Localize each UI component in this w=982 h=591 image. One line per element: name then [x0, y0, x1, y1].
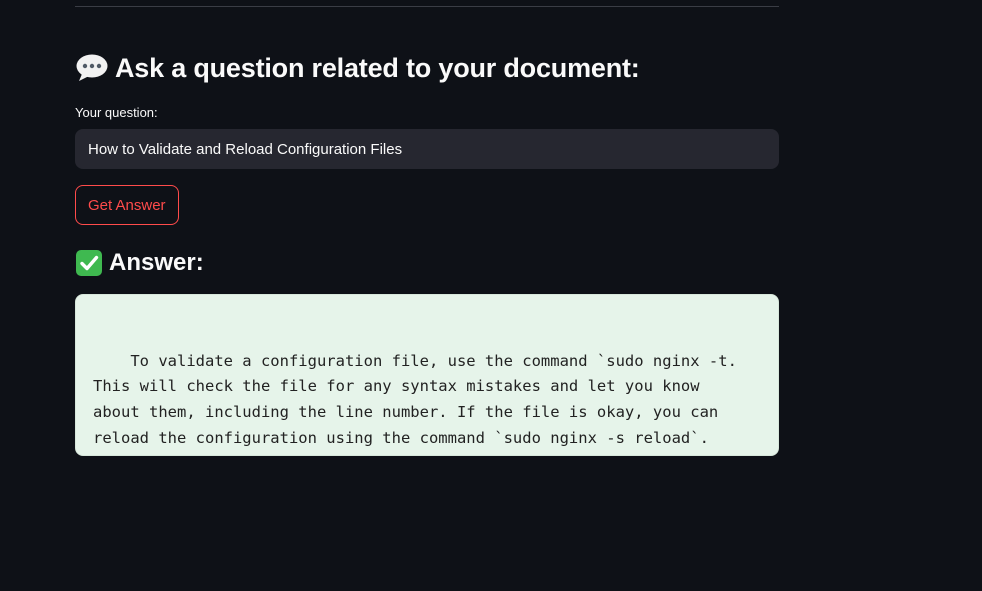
question-section-heading: Ask a question related to your document: — [75, 50, 640, 86]
app-page: Ask a question related to your document:… — [0, 0, 982, 591]
question-input[interactable] — [75, 129, 779, 169]
check-mark-icon — [75, 249, 103, 277]
answer-text: To validate a configuration file, use th… — [93, 351, 737, 447]
section-title: Ask a question related to your document: — [115, 52, 640, 83]
question-label: Your question: — [75, 105, 158, 120]
answer-box: To validate a configuration file, use th… — [75, 294, 779, 456]
answer-title: Answer: — [109, 249, 204, 276]
speech-balloon-icon — [75, 53, 109, 83]
get-answer-button[interactable]: Get Answer — [75, 185, 179, 225]
top-divider — [75, 6, 779, 7]
answer-heading: Answer: — [75, 247, 204, 279]
